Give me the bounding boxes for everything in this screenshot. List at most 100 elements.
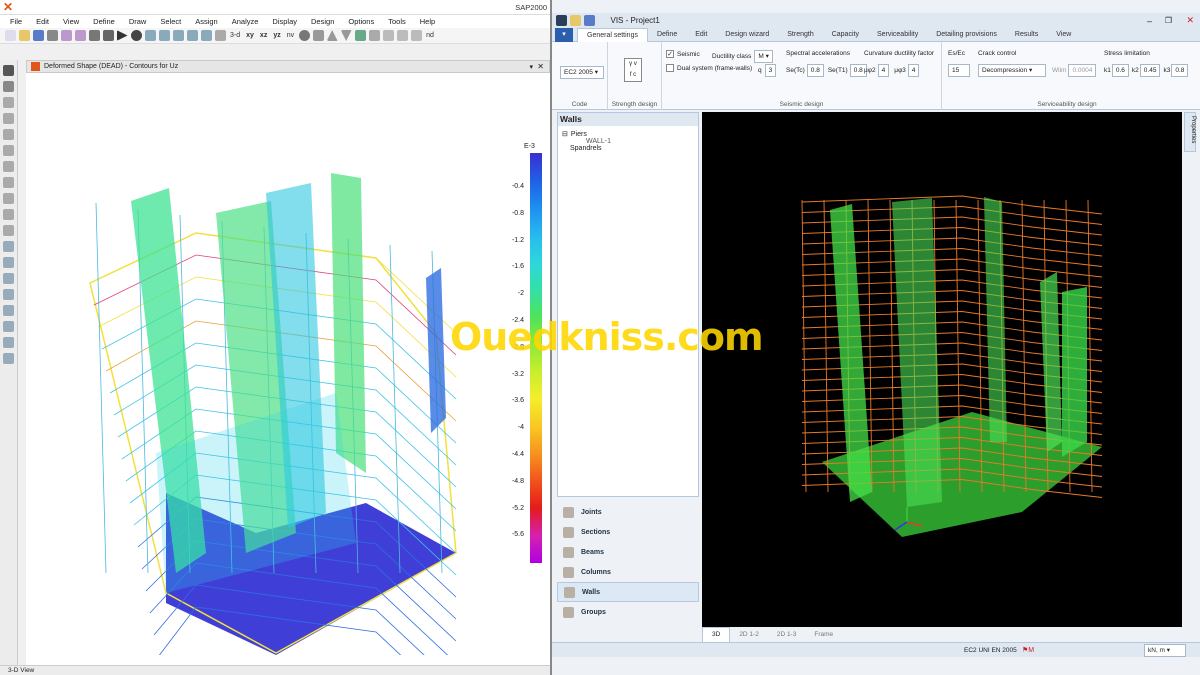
vis-viewport[interactable] xyxy=(702,112,1182,627)
strength-settings-icon[interactable]: γ vf c xyxy=(624,58,642,82)
zoom-out-icon[interactable] xyxy=(172,30,184,41)
zoom-window-icon[interactable] xyxy=(144,30,156,41)
print-icon[interactable] xyxy=(46,30,58,41)
view-tab-3d[interactable]: 3D xyxy=(702,627,731,643)
perspective-icon[interactable] xyxy=(312,30,324,41)
tab-define[interactable]: Define xyxy=(648,28,686,42)
draw-frame-icon[interactable] xyxy=(3,113,14,124)
unit-select[interactable]: kN, m ▾ xyxy=(1144,643,1186,657)
open-folder-icon[interactable] xyxy=(18,30,30,41)
redo-icon[interactable] xyxy=(74,30,86,41)
shell-draw-icon[interactable] xyxy=(396,30,408,41)
draw-quad-icon[interactable] xyxy=(3,177,14,188)
k1-input[interactable]: 0.6 xyxy=(1111,64,1129,77)
nav-walls[interactable]: Walls xyxy=(557,582,699,602)
tree-collapse-icon[interactable]: ⊟ xyxy=(562,130,568,138)
view-tab-2d-1-2[interactable]: 2D 1-2 xyxy=(730,628,768,642)
tab-serviceability[interactable]: Serviceability xyxy=(868,28,927,42)
setc-input[interactable]: 0.8 xyxy=(806,64,824,77)
run-icon[interactable] xyxy=(116,30,128,41)
view-3d-button[interactable]: 3-d xyxy=(230,32,240,39)
seismic-checkbox[interactable]: ✓ xyxy=(666,50,674,58)
crack-control-select[interactable]: Decompression ▾ xyxy=(978,64,1046,77)
window-dropdown-icon[interactable]: ▾ xyxy=(529,63,533,71)
sap-menu-design[interactable]: Design xyxy=(304,17,341,26)
sap-menu-edit[interactable]: Edit xyxy=(29,17,56,26)
wlim-input[interactable]: 0.0004 xyxy=(1068,64,1097,77)
draw-rect-icon[interactable] xyxy=(3,161,14,172)
k2-input[interactable]: 0.45 xyxy=(1139,64,1161,77)
tab-edit[interactable]: Edit xyxy=(686,28,716,42)
sap-menu-assign[interactable]: Assign xyxy=(188,17,225,26)
tab-results[interactable]: Results xyxy=(1006,28,1047,42)
vis-open-icon[interactable] xyxy=(570,15,581,26)
nav-beams[interactable]: Beams xyxy=(557,542,699,562)
view-tab-frame[interactable]: Frame xyxy=(805,628,842,642)
vis-maximize-icon[interactable]: ❐ xyxy=(1165,16,1172,25)
tab-general-settings[interactable]: General settings xyxy=(577,27,648,42)
clear-selection-icon[interactable] xyxy=(3,273,14,284)
zoom-in-icon[interactable] xyxy=(158,30,170,41)
undo-icon[interactable] xyxy=(60,30,72,41)
sap-menu-define[interactable]: Define xyxy=(86,17,122,26)
tab-view[interactable]: View xyxy=(1047,28,1080,42)
link-draw-icon[interactable] xyxy=(410,30,422,41)
sap-model-3d[interactable] xyxy=(26,73,550,655)
vis-close-icon[interactable]: ✕ xyxy=(1186,15,1194,26)
select-pointer-icon[interactable] xyxy=(3,65,14,76)
tab-capacity[interactable]: Capacity xyxy=(823,28,868,42)
pan-icon[interactable] xyxy=(214,30,226,41)
view-xz-button[interactable]: xz xyxy=(260,32,267,39)
view-yz-button[interactable]: yz xyxy=(273,32,280,39)
view-nv-button[interactable]: nv xyxy=(287,32,294,39)
code-select[interactable]: EC2 2005 ▾ xyxy=(560,66,604,79)
sap-menu-analyze[interactable]: Analyze xyxy=(225,17,266,26)
vis-model-3d[interactable] xyxy=(702,112,1182,627)
select-previous-icon[interactable] xyxy=(3,257,14,268)
joint-load-icon[interactable] xyxy=(3,321,14,332)
new-file-icon[interactable] xyxy=(4,30,16,41)
vis-save-icon[interactable] xyxy=(584,15,595,26)
window-close-icon[interactable]: ✕ xyxy=(537,62,544,71)
sap-menu-select[interactable]: Select xyxy=(153,17,188,26)
pointer-icon[interactable] xyxy=(130,30,142,41)
sap-menu-options[interactable]: Options xyxy=(341,17,381,26)
mu3-input[interactable]: 4 xyxy=(907,64,920,77)
draw-link-icon[interactable] xyxy=(3,209,14,220)
sap-menu-display[interactable]: Display xyxy=(265,17,304,26)
sap-menu-draw[interactable]: Draw xyxy=(122,17,154,26)
nav-joints[interactable]: Joints xyxy=(557,502,699,522)
nav-sections[interactable]: Sections xyxy=(557,522,699,542)
view-tab-2d-1-3[interactable]: 2D 1-3 xyxy=(768,628,806,642)
dual-system-checkbox[interactable] xyxy=(666,64,674,72)
display-options-icon[interactable] xyxy=(354,30,366,41)
move-down-icon[interactable] xyxy=(340,30,352,41)
mu2-input[interactable]: 4 xyxy=(877,64,890,77)
vis-file-button[interactable]: ▾ xyxy=(555,27,573,42)
draw-area-icon[interactable] xyxy=(3,145,14,156)
sap-menu-help[interactable]: Help xyxy=(413,17,442,26)
view-xy-button[interactable]: xy xyxy=(246,32,254,39)
sap-menu-file[interactable]: File xyxy=(3,17,29,26)
move-up-icon[interactable] xyxy=(326,30,338,41)
draw-point-icon[interactable] xyxy=(3,97,14,108)
tab-detailing-provisions[interactable]: Detailing provisions xyxy=(927,28,1006,42)
k3-input[interactable]: 0.8 xyxy=(1171,64,1189,77)
sap-viewport[interactable]: E-3 -0.4 -0.8 -1.2 -1.6 -2 -2.4 -2.8 -3.2 -3.6 -4… xyxy=(26,73,550,665)
vis-minimize-icon[interactable]: – xyxy=(1147,16,1152,26)
snap-icon[interactable] xyxy=(3,353,14,364)
edit-icon[interactable] xyxy=(88,30,100,41)
q-input[interactable]: 3 xyxy=(764,64,777,77)
rotate-icon[interactable] xyxy=(298,30,310,41)
tree-piers[interactable]: ⊟ Piers xyxy=(562,130,698,139)
zoom-previous-icon[interactable] xyxy=(200,30,212,41)
frame-load-icon[interactable] xyxy=(3,337,14,348)
sap-menu-tools[interactable]: Tools xyxy=(381,17,413,26)
zoom-full-icon[interactable] xyxy=(186,30,198,41)
properties-side-tab[interactable]: Properties xyxy=(1184,112,1196,152)
nav-columns[interactable]: Columns xyxy=(557,562,699,582)
ductility-select[interactable]: M ▾ xyxy=(754,50,773,63)
es-ec-input[interactable]: 15 xyxy=(948,64,970,77)
tree-spandrels[interactable]: Spandrels xyxy=(570,145,698,152)
select-all-icon[interactable] xyxy=(3,241,14,252)
